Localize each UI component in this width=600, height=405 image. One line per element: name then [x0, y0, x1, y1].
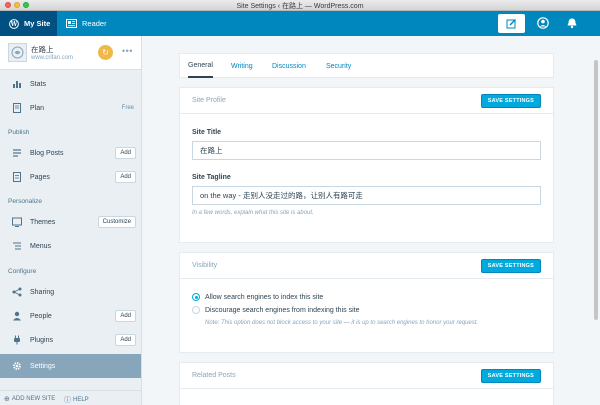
add-new-site-label: ADD NEW SITE — [11, 396, 56, 402]
site-url: www.crifan.com — [31, 55, 74, 61]
bell-icon — [567, 18, 577, 29]
tab-discussion[interactable]: Discussion — [272, 54, 306, 78]
sidebar-item-label: Settings — [30, 362, 56, 370]
stats-icon — [12, 79, 22, 89]
site-name: 在路上 — [31, 45, 54, 54]
add-page-button[interactable]: Add — [115, 171, 136, 183]
user-circle-icon — [537, 17, 549, 29]
window-titlebar: Site Settings ‹ 在路上 — WordPress.com — [0, 0, 600, 11]
my-site-tab[interactable]: W My Site — [0, 11, 57, 36]
site-blavatar-icon — [8, 43, 27, 62]
save-settings-button[interactable]: SAVE SETTINGS — [480, 369, 541, 383]
add-post-button[interactable]: Add — [115, 147, 136, 159]
sidebar-item-settings[interactable]: Settings — [0, 354, 141, 378]
related-posts-title: Related Posts — [192, 372, 236, 379]
sidebar-item-pages[interactable]: Pages Add — [0, 166, 141, 188]
sidebar-item-plan[interactable]: Plan Free — [0, 97, 141, 119]
allow-indexing-option[interactable]: Allow search engines to index this site — [192, 293, 323, 301]
sidebar-item-label: Menus — [30, 242, 52, 250]
menus-icon — [12, 241, 22, 251]
sidebar-item-label: Sharing — [30, 288, 55, 296]
help-icon: ⓘ — [64, 397, 71, 404]
visibility-card: Visibility SAVE SETTINGS Allow search en… — [179, 252, 554, 353]
site-title-label: Site Title — [192, 129, 222, 136]
themes-icon — [12, 217, 22, 227]
wordpress-icon: W — [9, 18, 19, 29]
window-title: Site Settings ‹ 在路上 — WordPress.com — [236, 3, 364, 10]
allow-indexing-label: Allow search engines to index this site — [205, 293, 324, 301]
cog-icon — [12, 361, 22, 371]
site-title-input[interactable]: 在路上 — [192, 141, 541, 160]
save-settings-button[interactable]: SAVE SETTINGS — [480, 259, 541, 273]
help-link[interactable]: ⓘ HELP — [64, 395, 89, 405]
site-profile-header: Site Profile SAVE SETTINGS — [180, 88, 553, 114]
discourage-indexing-label: Discourage search engines from indexing … — [205, 306, 360, 314]
plus-circle-icon: ⊕ — [4, 396, 10, 403]
masterbar: W My Site Reader — [0, 11, 600, 36]
sidebar-item-sharing[interactable]: Sharing — [0, 281, 141, 303]
scrollbar[interactable] — [594, 60, 598, 320]
sidebar-item-themes[interactable]: Themes Customize — [0, 211, 141, 233]
posts-icon — [12, 148, 22, 158]
sidebar-item-stats[interactable]: Stats — [0, 73, 141, 95]
plan-icon — [12, 103, 22, 113]
sidebar-footer: ⊕ ADD NEW SITE ⓘ HELP — [0, 390, 141, 405]
reader-tab[interactable]: Reader — [66, 11, 107, 36]
tab-general[interactable]: General — [188, 54, 213, 78]
save-settings-button[interactable]: SAVE SETTINGS — [480, 94, 541, 108]
sidebar-item-people[interactable]: People Add — [0, 305, 141, 327]
more-options-icon[interactable]: • • • — [122, 46, 133, 56]
discourage-indexing-option[interactable]: Discourage search engines from indexing … — [192, 306, 359, 314]
sidebar-item-plugins[interactable]: Plugins Add — [0, 329, 141, 351]
add-plugin-button[interactable]: Add — [115, 334, 136, 346]
tagline-help-text: In a few words, explain what this site i… — [192, 210, 314, 216]
me-button[interactable] — [536, 16, 550, 30]
site-notice-icon[interactable]: ↻ — [98, 45, 113, 60]
personalize-heading: Personalize — [8, 198, 42, 205]
reader-icon — [66, 19, 77, 28]
publish-heading: Publish — [8, 129, 30, 136]
share-icon — [12, 287, 22, 297]
sidebar-item-menus[interactable]: Menus — [0, 235, 141, 257]
settings-tabs: General Writing Discussion Security — [179, 53, 554, 78]
configure-heading: Configure — [8, 268, 37, 275]
reader-label: Reader — [82, 19, 107, 28]
svg-text:W: W — [10, 21, 18, 28]
allow-indexing-radio[interactable] — [192, 293, 200, 301]
sidebar-item-label: Stats — [30, 80, 46, 88]
related-posts-card: Related Posts SAVE SETTINGS — [179, 362, 554, 405]
my-site-label: My Site — [24, 19, 51, 28]
add-new-site-link[interactable]: ⊕ ADD NEW SITE — [4, 395, 55, 403]
site-tagline-label: Site Tagline — [192, 174, 231, 181]
current-site-card[interactable]: 在路上 www.crifan.com ↻ • • • — [0, 36, 141, 70]
pencil-square-icon — [506, 19, 516, 29]
add-people-button[interactable]: Add — [115, 310, 136, 322]
tab-writing[interactable]: Writing — [231, 54, 253, 78]
site-tagline-input[interactable]: on the way - 走别人没走过的路，让别人有路可走 — [192, 186, 541, 205]
visibility-title: Visibility — [192, 262, 218, 269]
plan-badge: Free — [121, 105, 134, 111]
visibility-header: Visibility SAVE SETTINGS — [180, 253, 553, 279]
sidebar: 在路上 www.crifan.com ↻ • • • Stats Plan Fr… — [0, 36, 142, 405]
site-profile-card: Site Profile SAVE SETTINGS Site Title 在路… — [179, 87, 554, 243]
people-icon — [12, 311, 22, 321]
site-profile-title: Site Profile — [192, 97, 226, 104]
discourage-indexing-radio[interactable] — [192, 306, 200, 314]
visibility-note: Note: This option does not block access … — [205, 320, 479, 326]
notifications-button[interactable] — [565, 16, 579, 30]
sidebar-item-blog-posts[interactable]: Blog Posts Add — [0, 142, 141, 164]
help-label: HELP — [73, 397, 89, 403]
plugins-icon — [12, 335, 22, 345]
related-posts-header: Related Posts SAVE SETTINGS — [180, 363, 553, 389]
pages-icon — [12, 172, 22, 182]
write-post-button[interactable] — [498, 14, 525, 33]
customize-button[interactable]: Customize — [97, 216, 136, 228]
tab-security[interactable]: Security — [326, 54, 351, 78]
